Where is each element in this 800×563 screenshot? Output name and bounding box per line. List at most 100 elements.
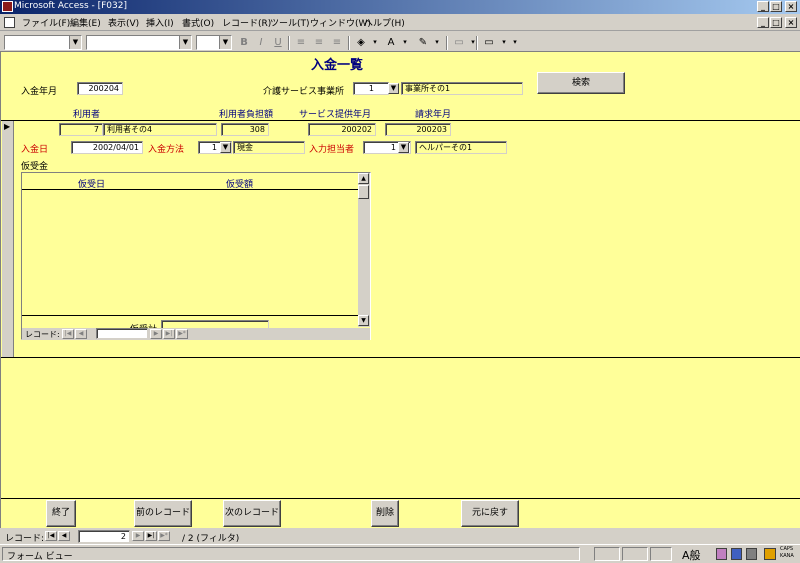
chevron-down-icon[interactable]: ▼: [388, 83, 399, 94]
scroll-up-icon[interactable]: ▲: [358, 173, 369, 184]
subform-nav-label: レコード:: [25, 330, 60, 339]
chevron-down-icon[interactable]: ▼: [69, 36, 81, 49]
doc-restore-button[interactable]: □: [770, 17, 782, 28]
chevron-down-icon[interactable]: ▾: [430, 36, 444, 49]
toolbar-separator: [476, 36, 478, 50]
chevron-down-icon[interactable]: ▼: [219, 36, 231, 49]
bold-icon[interactable]: B: [237, 36, 251, 49]
menu-file[interactable]: ファイル(F): [22, 16, 70, 29]
status-panel: [622, 547, 648, 561]
line-color-icon[interactable]: ✎: [416, 36, 430, 49]
menu-window[interactable]: ウィンドウ(W): [310, 16, 371, 29]
toolbar-separator: [446, 36, 448, 50]
record-nav-label: レコード:: [5, 534, 45, 544]
status-panel: [594, 547, 620, 561]
font-size-combo[interactable]: ▼: [196, 35, 232, 50]
menu-format[interactable]: 書式(O): [182, 16, 214, 29]
align-center-icon[interactable]: ≡: [312, 36, 326, 49]
kaigo-jigyosho-combo[interactable]: 1: [353, 82, 389, 95]
record-number-field[interactable]: 2: [78, 530, 130, 543]
seikyu-field[interactable]: 200203: [385, 123, 451, 136]
minimize-button[interactable]: _: [757, 1, 769, 12]
next-record-icon[interactable]: ▶: [132, 531, 144, 541]
ime-tool-icon[interactable]: [731, 548, 742, 560]
nyukinbi-label: 入金日: [21, 145, 49, 155]
scroll-thumb[interactable]: [358, 185, 369, 199]
riyosha-id-field[interactable]: 7: [59, 123, 103, 136]
ime-mode-label[interactable]: A般: [682, 547, 701, 563]
font-color-icon[interactable]: A: [384, 36, 398, 49]
form-area: 入金一覧 入金年月 200204 介護サービス事業所 1 ▼ 事業所その1 検索…: [0, 52, 800, 528]
footer-divider: [1, 498, 800, 499]
toolbar-separator: [288, 36, 290, 50]
next-record-icon[interactable]: ▶: [150, 329, 162, 339]
border-width-icon[interactable]: ▭: [452, 36, 466, 49]
doc-close-button[interactable]: ×: [785, 17, 797, 28]
formatting-toolbar: ▼ ▼ ▼ B I U ≡ ≡ ≡ ◈ ▾ A ▾ ✎ ▾ ▭ ▾ ▭ ▾ ▾: [0, 32, 800, 52]
end-button[interactable]: 終了: [46, 500, 76, 527]
menu-tools[interactable]: ツール(T): [270, 16, 310, 29]
chevron-down-icon[interactable]: ▼: [220, 142, 231, 153]
nyukinbi-field[interactable]: 2002/04/01: [71, 141, 143, 154]
ime-pad-icon[interactable]: [716, 548, 727, 560]
teikyo-field[interactable]: 200202: [308, 123, 376, 136]
tanto-name-field: ヘルパーその1: [415, 141, 507, 154]
menu-view[interactable]: 表示(V): [108, 16, 139, 29]
prev-record-button[interactable]: 前のレコード: [134, 500, 192, 527]
doc-minimize-button[interactable]: _: [757, 17, 769, 28]
menu-records[interactable]: レコード(R): [222, 16, 271, 29]
chevron-down-icon[interactable]: ▾: [398, 36, 412, 49]
prev-record-icon[interactable]: ◀: [75, 329, 87, 339]
fill-color-icon[interactable]: ◈: [354, 36, 368, 49]
futangaku-field[interactable]: 308: [221, 123, 269, 136]
form-icon[interactable]: [4, 17, 15, 28]
record-total-label: / 2 (フィルタ): [182, 534, 240, 544]
menu-insert[interactable]: 挿入(I): [146, 16, 174, 29]
delete-button[interactable]: 削除: [371, 500, 399, 527]
record-selector[interactable]: ▶: [2, 121, 14, 357]
subform-vertical-scrollbar[interactable]: ▲ ▼: [358, 173, 370, 327]
subform-record-number-field[interactable]: [96, 328, 148, 339]
hoho-label: 入金方法: [148, 145, 185, 155]
font-combo[interactable]: ▼: [86, 35, 192, 50]
chevron-down-icon[interactable]: ▼: [179, 36, 191, 49]
kaigo-jigyosho-name-field: 事業所その1: [401, 82, 523, 95]
italic-icon[interactable]: I: [254, 36, 268, 49]
ime-help-icon[interactable]: [764, 548, 776, 560]
align-left-icon[interactable]: ≡: [294, 36, 308, 49]
first-record-icon[interactable]: |◀: [45, 531, 57, 541]
subform-navigation-bar: レコード: |◀ ◀ ▶ ▶| ▶*: [22, 328, 370, 340]
new-record-icon[interactable]: ▶*: [176, 329, 188, 339]
first-record-icon[interactable]: |◀: [62, 329, 74, 339]
underline-icon[interactable]: U: [271, 36, 285, 49]
kana-indicator: KANA: [780, 553, 794, 559]
window-title: Microsoft Access - [F032]: [14, 1, 127, 11]
status-message-panel: フォーム ビュー: [2, 547, 580, 562]
next-record-button[interactable]: 次のレコード: [223, 500, 281, 527]
scroll-down-icon[interactable]: ▼: [358, 315, 369, 326]
undo-button[interactable]: 元に戻す: [461, 500, 519, 527]
close-button[interactable]: ×: [785, 1, 797, 12]
tanto-label: 入力担当者: [309, 145, 355, 155]
access-app-icon[interactable]: [2, 1, 13, 12]
menu-edit[interactable]: 編集(E): [70, 16, 101, 29]
last-record-icon[interactable]: ▶|: [145, 531, 157, 541]
search-button[interactable]: 検索: [537, 72, 625, 94]
object-combo[interactable]: ▼: [4, 35, 82, 50]
align-right-icon[interactable]: ≡: [330, 36, 344, 49]
riyosha-name-field[interactable]: 利用者その4: [103, 123, 217, 136]
toolbar-options-icon[interactable]: ▾: [508, 36, 522, 49]
nyukin-nengetsu-field[interactable]: 200204: [77, 82, 123, 95]
prev-record-icon[interactable]: ◀: [58, 531, 70, 541]
new-record-icon[interactable]: ▶*: [158, 531, 170, 541]
subform-header-divider: [22, 189, 358, 190]
column-header-riyosha: 利用者: [73, 110, 101, 120]
ime-dictionary-icon[interactable]: [746, 548, 757, 560]
chevron-down-icon[interactable]: ▾: [368, 36, 382, 49]
menu-help[interactable]: ヘルプ(H): [364, 16, 405, 29]
column-header-teikyo: サービス提供年月: [299, 110, 372, 120]
maximize-button[interactable]: □: [770, 1, 782, 12]
special-effect-icon[interactable]: ▭: [482, 36, 496, 49]
chevron-down-icon[interactable]: ▼: [398, 142, 409, 153]
last-record-icon[interactable]: ▶|: [163, 329, 175, 339]
